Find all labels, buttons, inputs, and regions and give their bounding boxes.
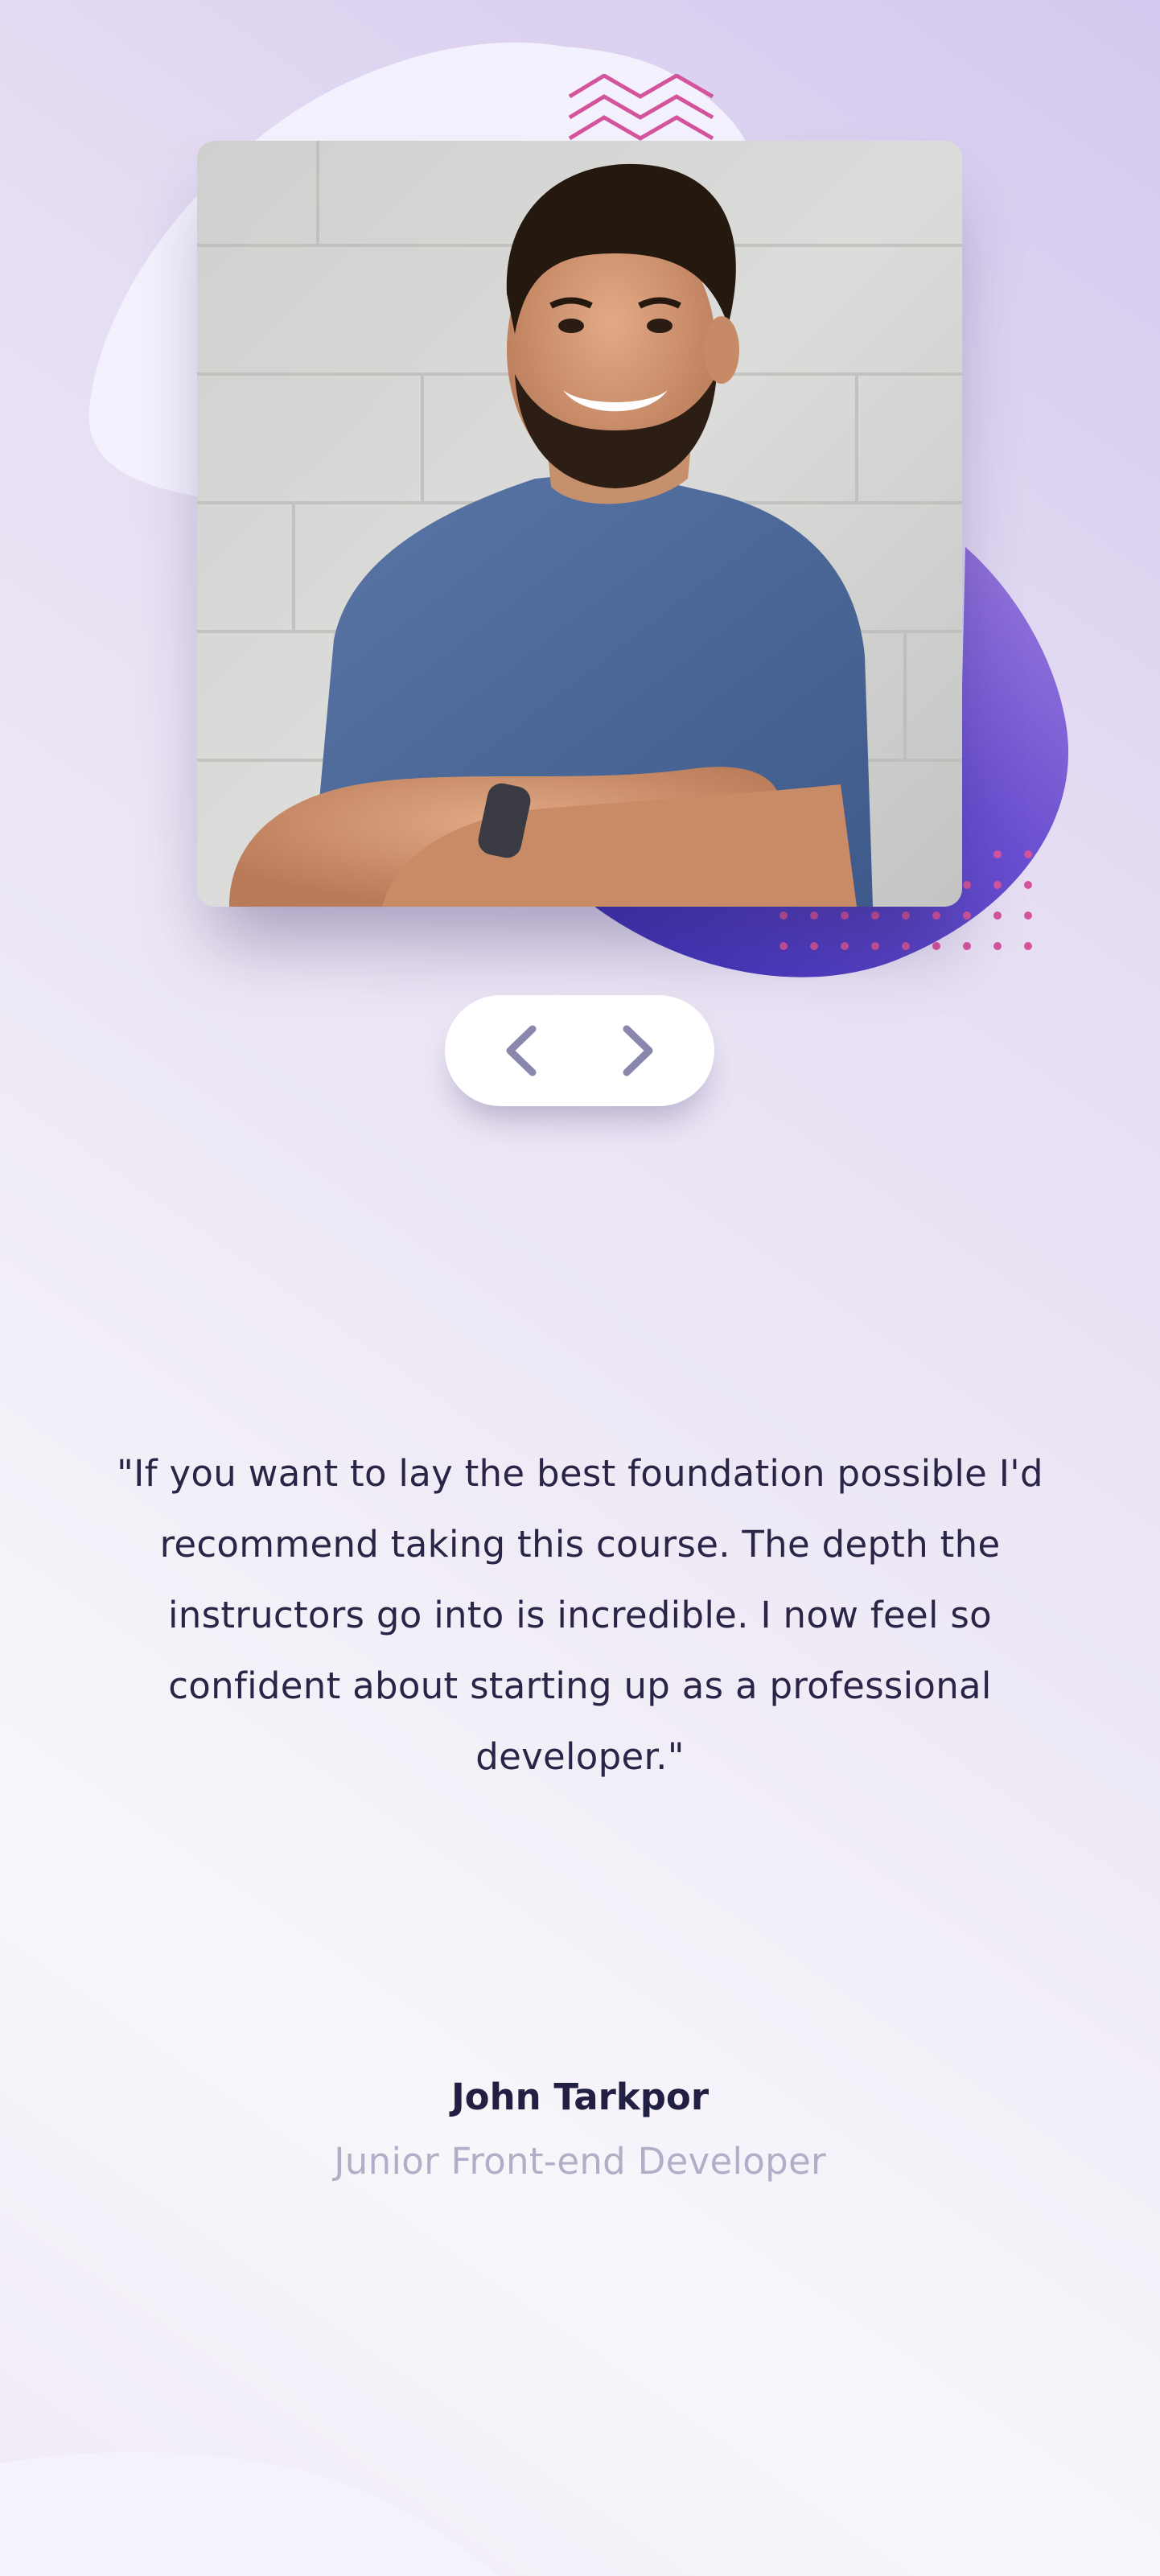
author-role: Junior Front-end Developer: [334, 2140, 826, 2183]
testimonial-quote: "If you want to lay the best foundation …: [117, 1452, 1043, 1778]
slider-navigation: [445, 995, 714, 1106]
chevron-left-icon: [506, 1025, 537, 1076]
zigzag-decoration: [568, 74, 714, 141]
background-curve: [0, 2452, 499, 2576]
next-button[interactable]: [608, 1020, 669, 1081]
prev-button[interactable]: [490, 1020, 551, 1081]
chevron-right-icon: [623, 1025, 653, 1076]
author-name: John Tarkpor: [450, 2076, 710, 2118]
profile-photo: [197, 141, 962, 907]
